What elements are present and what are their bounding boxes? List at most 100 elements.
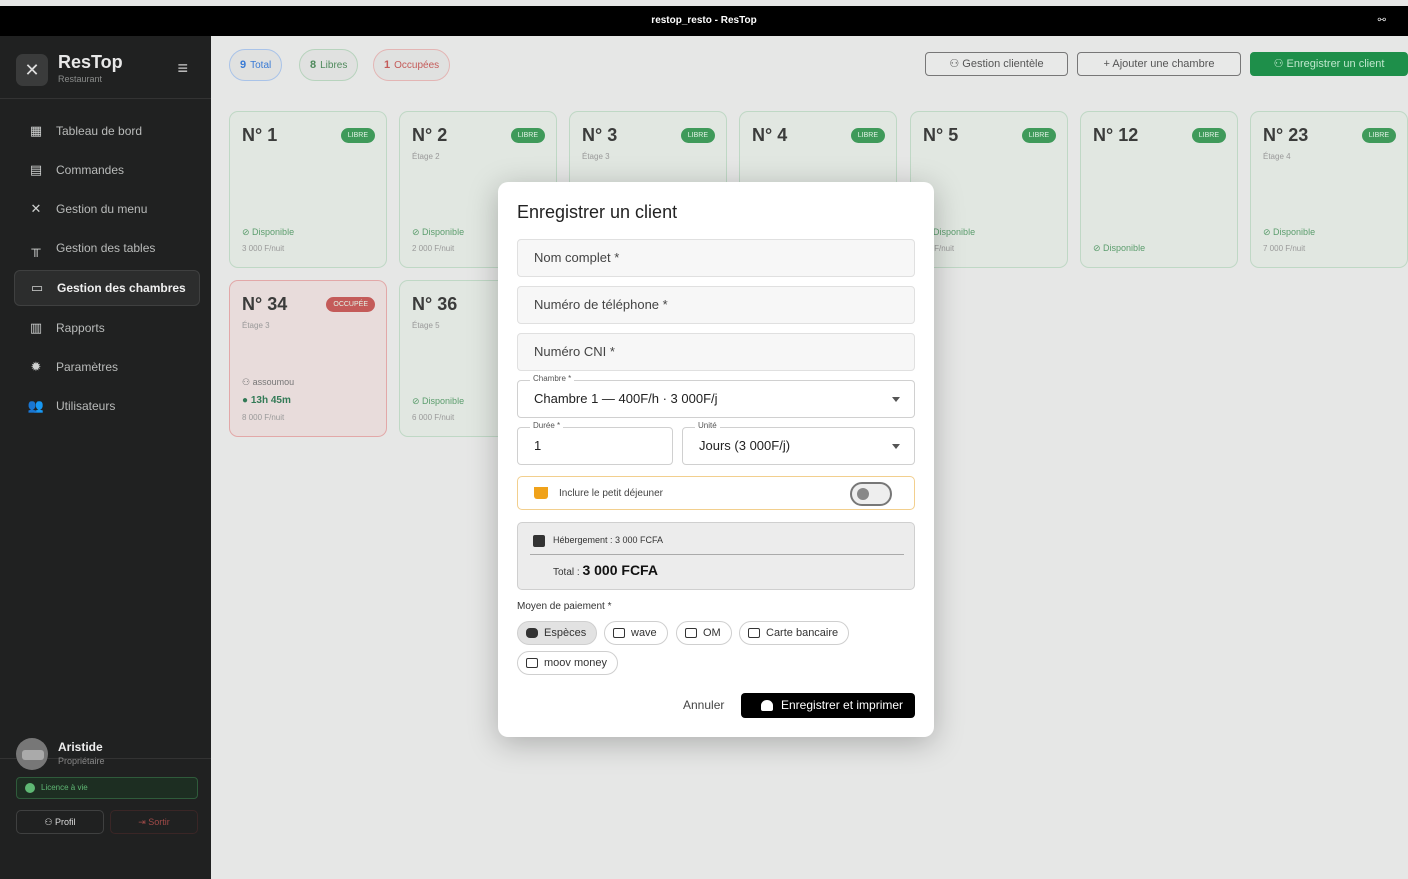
room-number: N° 34 <box>242 294 288 314</box>
nav-item-menu[interactable]: ✕ Gestion du menu <box>14 191 200 227</box>
status-label: Disponible <box>252 227 295 237</box>
busy-label: Occupées <box>394 60 440 71</box>
nav-item-orders[interactable]: ▤ Commandes <box>14 152 200 188</box>
money-icon <box>613 628 625 638</box>
check-circle-icon: ⊘ <box>1263 227 1274 237</box>
room-price: 8 000 F/nuit <box>242 413 285 422</box>
add-room-label: Ajouter une chambre <box>1112 58 1215 70</box>
bed-icon: ▭ <box>30 280 44 295</box>
sidebar: ✕ ResTop Restaurant ≡ ▦ Tableau de bord ▤… <box>0 36 211 879</box>
phone-placeholder: Numéro de téléphone * <box>534 297 668 312</box>
status-label: Disponible <box>422 227 465 237</box>
clients-button[interactable]: ⚇ Gestion clientèle <box>925 52 1068 76</box>
room-number: N° 2 <box>412 125 448 145</box>
payment-cash[interactable]: Espèces <box>517 621 598 645</box>
room-select-value: Chambre 1 — 400F/h · 3 000F/j <box>534 391 718 406</box>
utensils-logo-icon: ✕ <box>16 54 48 86</box>
room-card[interactable]: N° 34 OCCUPÉE Étage 3 ⚇ assoumou ● 13h 45m 8 … <box>229 280 387 437</box>
duration-field[interactable]: Durée * 1 <box>517 421 673 465</box>
room-card[interactable]: N° 12 LIBRE ⊘ Disponible <box>1080 111 1238 268</box>
dialog-title: Enregistrer un client <box>517 202 678 222</box>
free-count: 8 <box>310 59 317 71</box>
logout-button[interactable]: ⇥ Sortir <box>110 810 198 834</box>
register-client-button[interactable]: ⚇ Enregistrer un client <box>1250 52 1408 76</box>
utensils-icon: ✕ <box>30 201 42 216</box>
nav-item-tables[interactable]: ╥ Gestion des tables <box>14 230 200 266</box>
payment-label-wave: wave <box>631 627 657 639</box>
room-number: N° 5 <box>923 125 959 145</box>
breakfast-toggle[interactable] <box>850 482 892 506</box>
filter-free[interactable]: 8 Libres <box>299 49 359 81</box>
link-icon[interactable]: ⚯ <box>1378 6 1386 36</box>
hamburger-menu-icon[interactable]: ≡ <box>177 58 188 79</box>
licence-badge: Licence à vie <box>16 777 198 799</box>
room-status: ⊘ Disponible <box>1263 227 1315 238</box>
room-number: N° 4 <box>752 125 788 145</box>
name-placeholder: Nom complet * <box>534 250 620 265</box>
status-badge: LIBRE <box>1021 128 1056 143</box>
payment-wave[interactable]: wave <box>604 621 668 645</box>
clients-label: Gestion clientèle <box>962 58 1044 70</box>
payment-moov[interactable]: moov money <box>517 651 618 675</box>
nav-item-reports[interactable]: ▥ Rapports <box>14 310 200 346</box>
users-icon: ⚇ <box>949 58 963 70</box>
nav-label: Tableau de bord <box>56 124 143 138</box>
status-badge: LIBRE <box>680 128 715 143</box>
room-select-label: Chambre * <box>530 374 575 384</box>
total-line: Total : 3 000 FCFA <box>553 562 658 581</box>
window-title: restop_resto - ResTop <box>651 15 757 26</box>
filter-total[interactable]: 9 Total <box>229 49 283 81</box>
duration-label: Durée * <box>530 421 564 431</box>
nav-item-users[interactable]: 👥 Utilisateurs <box>14 388 200 424</box>
nav-label: Gestion des chambres <box>57 281 186 295</box>
person-add-icon <box>761 700 773 711</box>
toggle-knob <box>857 488 869 500</box>
nav-label: Gestion des tables <box>56 241 156 255</box>
person-icon: ⚇ <box>44 817 56 827</box>
status-label: Disponible <box>1103 243 1146 253</box>
filter-busy[interactable]: 1 Occupées <box>373 49 451 81</box>
nav-item-dashboard[interactable]: ▦ Tableau de bord <box>14 113 200 149</box>
nav-item-rooms[interactable]: ▭ Gestion des chambres <box>14 270 200 306</box>
status-badge: LIBRE <box>340 128 375 143</box>
room-number: N° 23 <box>1263 125 1309 145</box>
name-field[interactable]: Nom complet * <box>517 239 915 277</box>
dashboard-icon: ▦ <box>29 123 43 138</box>
licence-label: Licence à vie <box>41 783 88 792</box>
unit-label: Unité <box>695 421 720 431</box>
unit-select[interactable]: Unité Jours (3 000F/j) <box>682 421 915 465</box>
lodging-line: Hébergement : 3 000 FCFA <box>553 535 664 545</box>
cni-field[interactable]: Numéro CNI * <box>517 333 915 371</box>
submit-button[interactable]: Enregistrer et imprimer <box>741 693 915 718</box>
person-icon: ⚇ <box>242 377 253 387</box>
check-circle-icon: ⊘ <box>1093 243 1104 253</box>
room-floor: Étage 4 <box>1263 152 1291 161</box>
room-select[interactable]: Chambre * Chambre 1 — 400F/h · 3 000F/j <box>517 374 915 418</box>
total-count: 9 <box>240 59 247 71</box>
room-number: N° 1 <box>242 125 278 145</box>
unit-value: Jours (3 000F/j) <box>699 438 791 453</box>
add-room-button[interactable]: + Ajouter une chambre <box>1077 52 1241 76</box>
cancel-button[interactable]: Annuler <box>683 698 724 712</box>
nav-label: Rapports <box>56 321 105 335</box>
room-floor: Étage 2 <box>412 152 440 161</box>
status-badge: LIBRE <box>1361 128 1396 143</box>
payment-card[interactable]: Carte bancaire <box>739 621 850 645</box>
money-icon <box>526 658 538 668</box>
room-price: 2 000 F/nuit <box>412 244 455 253</box>
room-occupant: ⚇ assoumou <box>242 377 294 388</box>
room-status: ⊘ Disponible <box>412 227 464 238</box>
receipt-icon: ▤ <box>29 162 43 177</box>
money-icon <box>685 628 697 638</box>
payment-label-om: OM <box>703 627 721 639</box>
room-card[interactable]: N° 1 LIBRE ⊘ Disponible 3 000 F/nuit <box>229 111 387 268</box>
check-circle-icon <box>25 783 35 793</box>
room-number: N° 12 <box>1093 125 1139 145</box>
total-label: Total <box>250 60 272 71</box>
room-card[interactable]: N° 23 LIBRE Étage 4 ⊘ Disponible 7 000 F/nui… <box>1250 111 1408 268</box>
profile-button[interactable]: ⚇ Profil <box>16 810 104 834</box>
payment-om[interactable]: OM <box>676 621 732 645</box>
nav-item-settings[interactable]: ✹ Paramètres <box>14 349 200 385</box>
phone-field[interactable]: Numéro de téléphone * <box>517 286 915 324</box>
brand: ✕ ResTop Restaurant ≡ <box>16 50 196 100</box>
